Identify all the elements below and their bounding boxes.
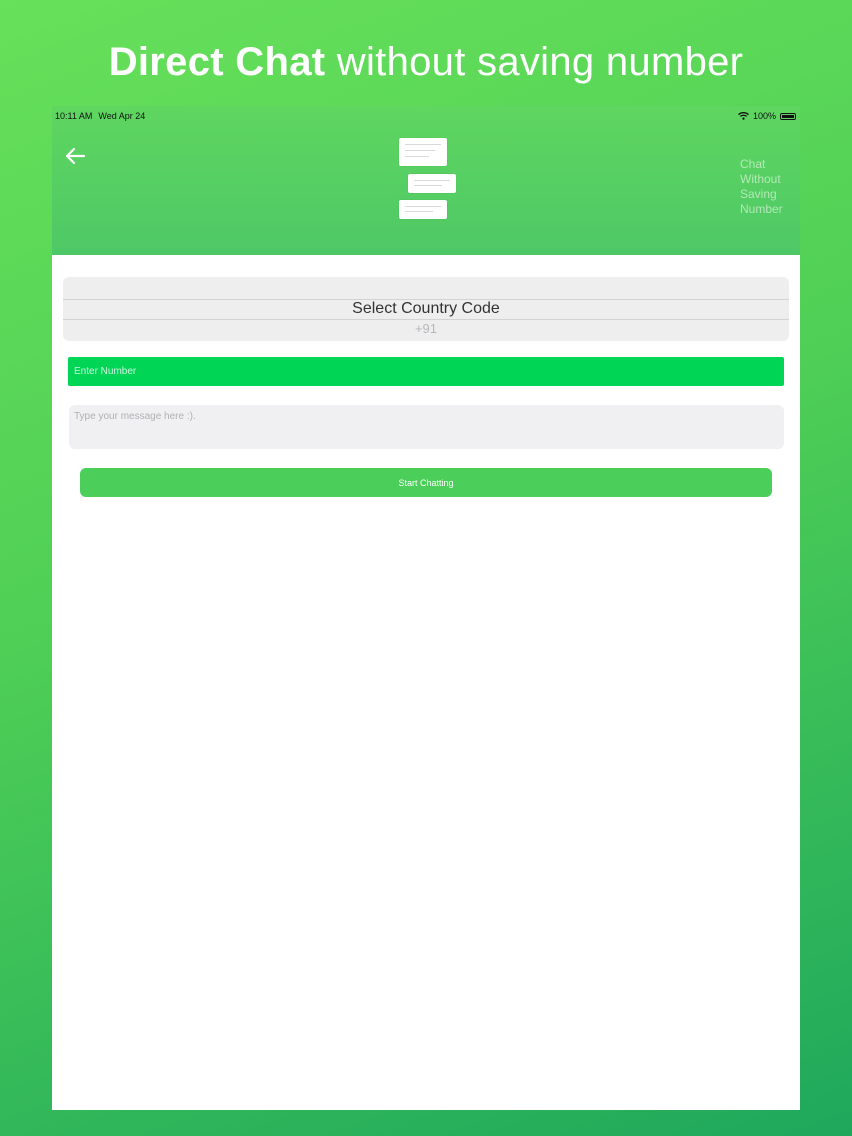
wifi-icon bbox=[738, 112, 749, 120]
phone-number-input[interactable] bbox=[68, 357, 784, 386]
app-header: 10:11 AM Wed Apr 24 100% Chat Without Sa… bbox=[52, 106, 800, 255]
status-right: 100% bbox=[738, 111, 796, 121]
country-code-picker[interactable]: Select Country Code +91 bbox=[63, 277, 789, 341]
picker-value[interactable]: +91 bbox=[63, 321, 789, 336]
chat-bubbles-icon bbox=[396, 138, 460, 220]
picker-label: Select Country Code bbox=[352, 300, 500, 317]
battery-icon bbox=[780, 112, 796, 120]
status-date: Wed Apr 24 bbox=[98, 111, 146, 121]
status-time: 10:11 AM bbox=[55, 111, 93, 121]
message-input[interactable] bbox=[69, 405, 784, 449]
start-chatting-button[interactable]: Start Chatting bbox=[80, 468, 772, 497]
status-left: 10:11 AM Wed Apr 24 bbox=[55, 111, 151, 121]
status-bar: 10:11 AM Wed Apr 24 100% bbox=[55, 109, 796, 123]
device-screen: 10:11 AM Wed Apr 24 100% Chat Without Sa… bbox=[52, 106, 800, 1110]
promo-headline: Direct Chat without saving number bbox=[0, 40, 852, 85]
side-title-line: Without bbox=[740, 172, 781, 186]
promo-headline-bold: Direct Chat bbox=[108, 40, 326, 84]
side-title-line: Chat bbox=[740, 157, 766, 171]
side-title-line: Number bbox=[740, 202, 783, 216]
back-arrow-icon bbox=[65, 147, 86, 165]
promo-headline-rest: without saving number bbox=[325, 40, 744, 84]
side-title-line: Saving bbox=[740, 187, 777, 201]
battery-percent: 100% bbox=[752, 111, 776, 121]
picker-divider bbox=[63, 319, 789, 320]
header-side-title: Chat Without Saving Number bbox=[740, 157, 790, 217]
back-button[interactable] bbox=[64, 146, 86, 166]
